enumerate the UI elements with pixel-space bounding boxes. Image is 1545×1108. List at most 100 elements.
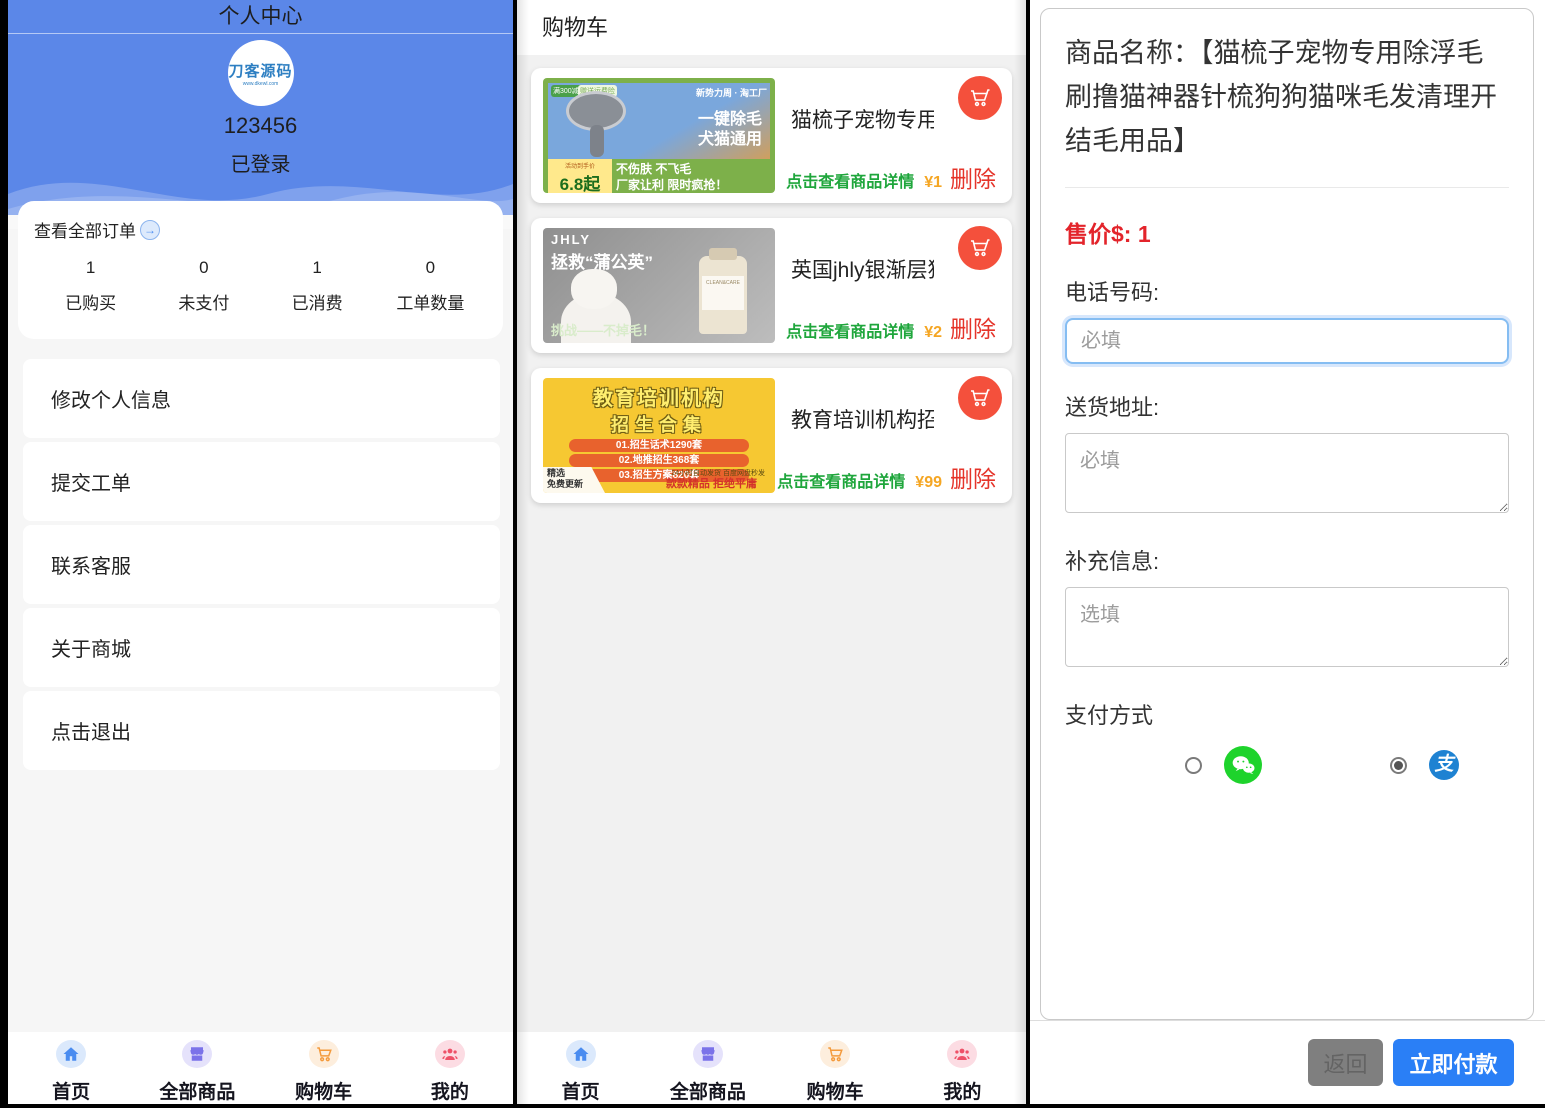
view-all-orders-label: 查看全部订单 bbox=[34, 217, 136, 242]
promo-headline: 犬猫通用 bbox=[698, 125, 762, 149]
promo-strip: 不伤肤 不飞毛 bbox=[616, 160, 691, 177]
extra-info-textarea[interactable] bbox=[1065, 587, 1509, 667]
wechat-radio[interactable] bbox=[1185, 757, 1202, 774]
stat-unpaid: 0 未支付 bbox=[147, 258, 260, 314]
item-price: ¥1 bbox=[924, 174, 942, 192]
store-icon bbox=[693, 1040, 723, 1068]
stat-label: 工单数量 bbox=[374, 289, 487, 314]
nav-item-cart[interactable]: 购物车 bbox=[772, 1040, 899, 1104]
promo-row: 02.地推招生368套 bbox=[569, 454, 750, 467]
bottle-cap-shape bbox=[709, 248, 737, 260]
promo-corner: 精选 bbox=[547, 468, 565, 478]
nav-label: 我的 bbox=[431, 1077, 469, 1104]
promo-strip: 厂家让利 限时疯抢！ bbox=[616, 176, 727, 193]
item-price: ¥99 bbox=[915, 474, 942, 492]
view-detail-link[interactable]: 点击查看商品详情 bbox=[786, 168, 914, 192]
delete-link[interactable]: 删除 bbox=[950, 310, 996, 344]
users-icon bbox=[947, 1040, 977, 1068]
alipay-icon[interactable]: 支 bbox=[1429, 750, 1459, 780]
payment-option-alipay[interactable]: 支 bbox=[1390, 750, 1459, 780]
nav-item-mine[interactable]: 我的 bbox=[387, 1040, 513, 1104]
home-icon bbox=[56, 1040, 86, 1068]
nav-item-cart[interactable]: 购物车 bbox=[261, 1040, 387, 1104]
username: 123456 bbox=[8, 113, 513, 139]
menu-item-about-mall[interactable]: 关于商城 bbox=[23, 608, 500, 687]
menu-item-submit-ticket[interactable]: 提交工单 bbox=[23, 442, 500, 521]
nav-item-all-products[interactable]: 全部商品 bbox=[644, 1040, 771, 1104]
menu-item-logout[interactable]: 点击退出 bbox=[23, 691, 500, 770]
bottom-nav: 首页 全部商品 购物车 我的 bbox=[8, 1032, 513, 1104]
pay-now-button[interactable]: 立即付款 bbox=[1393, 1039, 1514, 1086]
stat-label: 已消费 bbox=[261, 289, 374, 314]
promo-headline: 招生合集 bbox=[543, 411, 775, 437]
product-image-cat-shampoo: JHLY 拯救“蒲公英” CLEAN&CARE 挑战——不掉毛！ bbox=[543, 228, 775, 343]
stat-value: 1 bbox=[261, 258, 374, 278]
address-label: 送货地址: bbox=[1065, 390, 1509, 422]
checkout-card: 商品名称：【猫梳子宠物专用除浮毛刷撸猫神器针梳狗狗猫咪毛发清理开结毛用品】 售价… bbox=[1040, 8, 1534, 1020]
nav-item-all-products[interactable]: 全部商品 bbox=[134, 1040, 260, 1104]
orders-card: 查看全部订单 → 1 已购买 0 未支付 1 已消费 0 工单数量 bbox=[18, 201, 503, 339]
promo-slogan: 款款精品 拒绝平庸 bbox=[666, 475, 757, 491]
promo-price: 6.8起 bbox=[560, 175, 601, 193]
stat-consumed: 1 已消费 bbox=[261, 258, 374, 314]
store-icon bbox=[182, 1040, 212, 1068]
avatar-logo-text: 刀客源码 bbox=[228, 60, 292, 81]
stat-purchased: 1 已购买 bbox=[34, 258, 147, 314]
nav-label: 首页 bbox=[52, 1077, 90, 1104]
cart-item[interactable]: 满300减30 赠送运费险 新势力周 · 淘工厂 一键除毛 犬猫通用 活动到手价… bbox=[531, 68, 1012, 203]
delete-link[interactable]: 删除 bbox=[950, 160, 996, 194]
stat-tickets: 0 工单数量 bbox=[374, 258, 487, 314]
cart-badge-icon[interactable] bbox=[958, 226, 1002, 270]
cart-list: 满300减30 赠送运费险 新势力周 · 淘工厂 一键除毛 犬猫通用 活动到手价… bbox=[517, 55, 1026, 503]
cart-panel: 购物车 满300减30 赠送运费险 新势力周 · 淘工厂 一键除毛 犬猫通用 活… bbox=[517, 0, 1026, 1104]
item-price: ¥2 bbox=[924, 324, 942, 342]
stat-label: 已购买 bbox=[34, 289, 147, 314]
cart-item-title: 猫梳子宠物专用除浮... bbox=[791, 104, 934, 134]
nav-item-mine[interactable]: 我的 bbox=[899, 1040, 1026, 1104]
cart-badge-icon[interactable] bbox=[958, 76, 1002, 120]
profile-menu: 修改个人信息 提交工单 联系客服 关于商城 点击退出 bbox=[8, 359, 513, 774]
cart-item[interactable]: 教育培训机构 招生合集 01.招生话术1290套 02.地推招生368套 03.… bbox=[531, 368, 1012, 503]
checkout-panel: 商品名称：【猫梳子宠物专用除浮毛刷撸猫神器针梳狗狗猫咪毛发清理开结毛用品】 售价… bbox=[1030, 0, 1545, 1104]
view-detail-link[interactable]: 点击查看商品详情 bbox=[786, 318, 914, 342]
payment-option-wechat[interactable] bbox=[1185, 746, 1262, 784]
menu-item-edit-profile[interactable]: 修改个人信息 bbox=[23, 359, 500, 438]
nav-label: 全部商品 bbox=[670, 1077, 746, 1104]
stat-value: 0 bbox=[374, 258, 487, 278]
cart-header-title: 购物车 bbox=[517, 0, 1026, 55]
circle-arrow-right-icon[interactable]: → bbox=[140, 220, 160, 240]
cart-icon bbox=[820, 1040, 850, 1068]
avatar[interactable]: 刀客源码 www.dkewl.com bbox=[228, 40, 294, 106]
view-detail-link[interactable]: 点击查看商品详情 bbox=[777, 468, 905, 492]
product-image-cat-brush: 满300减30 赠送运费险 新势力周 · 淘工厂 一键除毛 犬猫通用 活动到手价… bbox=[543, 78, 775, 193]
extra-info-label: 补充信息: bbox=[1065, 544, 1509, 576]
nav-item-home[interactable]: 首页 bbox=[8, 1040, 134, 1104]
view-all-orders[interactable]: 查看全部订单 → bbox=[34, 217, 503, 242]
profile-header-title: 个人中心 bbox=[8, 0, 513, 34]
back-button[interactable]: 返回 bbox=[1308, 1039, 1383, 1086]
stat-label: 未支付 bbox=[147, 289, 260, 314]
alipay-radio[interactable] bbox=[1390, 757, 1407, 774]
stat-value: 1 bbox=[34, 258, 147, 278]
brand-text: JHLY bbox=[551, 232, 591, 247]
profile-hero: 刀客源码 www.dkewl.com 123456 已登录 bbox=[8, 34, 513, 215]
payment-method-label: 支付方式 bbox=[1065, 698, 1509, 730]
home-icon bbox=[566, 1040, 596, 1068]
cart-item[interactable]: JHLY 拯救“蒲公英” CLEAN&CARE 挑战——不掉毛！ 英国jhly银… bbox=[531, 218, 1012, 353]
wechat-pay-icon[interactable] bbox=[1224, 746, 1262, 784]
app: 个人中心 刀客源码 www.dkewl.com 123456 已登录 查看全部订… bbox=[0, 0, 1545, 1104]
address-textarea[interactable] bbox=[1065, 433, 1509, 513]
cat-shape bbox=[571, 269, 617, 309]
nav-item-home[interactable]: 首页 bbox=[517, 1040, 644, 1104]
promo-strip: 挑战——不掉毛！ bbox=[551, 320, 655, 339]
nav-label: 购物车 bbox=[807, 1077, 864, 1104]
promo-corner: 免费更新 bbox=[547, 479, 583, 489]
nav-label: 全部商品 bbox=[159, 1077, 235, 1104]
menu-item-contact-support[interactable]: 联系客服 bbox=[23, 525, 500, 604]
product-image-edu-course: 教育培训机构 招生合集 01.招生话术1290套 02.地推招生368套 03.… bbox=[543, 378, 775, 493]
delete-link[interactable]: 删除 bbox=[950, 460, 996, 494]
promo-row: 01.招生话术1290套 bbox=[569, 439, 750, 452]
cart-badge-icon[interactable] bbox=[958, 376, 1002, 420]
login-status: 已登录 bbox=[8, 148, 513, 177]
phone-input[interactable] bbox=[1065, 318, 1509, 364]
